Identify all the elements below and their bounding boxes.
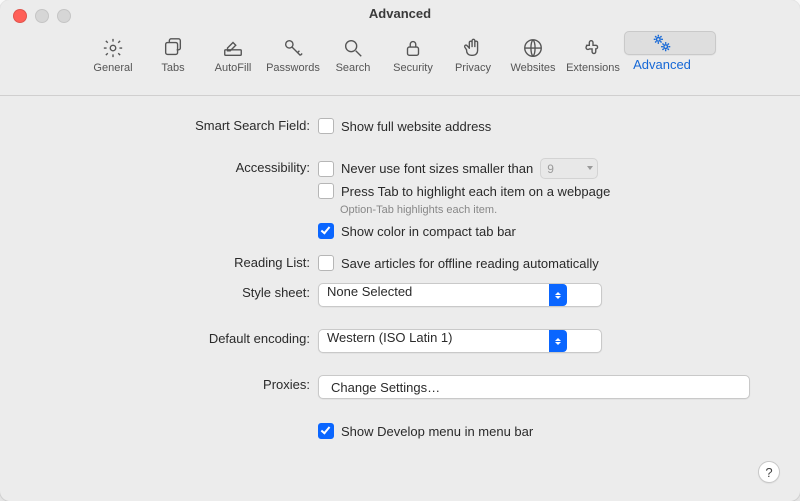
checkbox-text: Save articles for offline reading automa… bbox=[341, 256, 599, 271]
tab-label: AutoFill bbox=[215, 62, 252, 74]
lock-icon bbox=[402, 37, 424, 59]
chevron-updown-icon bbox=[549, 284, 567, 306]
preferences-window: Advanced General Tabs AutoFill Passwords… bbox=[0, 0, 800, 501]
tab-search[interactable]: Search bbox=[324, 31, 382, 91]
tab-label: Privacy bbox=[455, 62, 491, 74]
titlebar: Advanced bbox=[0, 0, 800, 29]
tab-privacy[interactable]: Privacy bbox=[444, 31, 502, 91]
tab-highlight-checkbox[interactable]: Press Tab to highlight each item on a we… bbox=[318, 181, 750, 201]
checkbox-icon bbox=[318, 255, 334, 271]
checkbox-icon bbox=[318, 161, 334, 177]
preferences-toolbar: General Tabs AutoFill Passwords Search S… bbox=[0, 29, 800, 96]
tab-label: Websites bbox=[510, 62, 555, 74]
checkbox-text: Show color in compact tab bar bbox=[341, 224, 516, 239]
key-icon bbox=[282, 37, 304, 59]
smart-search-label: Smart Search Field: bbox=[0, 116, 318, 133]
magnifier-icon bbox=[342, 37, 364, 59]
offline-reading-checkbox[interactable]: Save articles for offline reading automa… bbox=[318, 253, 750, 273]
checkbox-text: Press Tab to highlight each item on a we… bbox=[341, 184, 610, 199]
checkbox-icon bbox=[318, 423, 334, 439]
encoding-label: Default encoding: bbox=[0, 329, 318, 346]
change-settings-button[interactable]: Change Settings… bbox=[318, 375, 750, 399]
reading-list-label: Reading List: bbox=[0, 253, 318, 270]
tab-websites[interactable]: Websites bbox=[504, 31, 562, 91]
tab-label: Security bbox=[393, 62, 433, 74]
tab-label: Extensions bbox=[566, 62, 620, 74]
tab-autofill[interactable]: AutoFill bbox=[204, 31, 262, 91]
tab-general[interactable]: General bbox=[84, 31, 142, 91]
tabs-icon bbox=[162, 37, 184, 59]
stylesheet-label: Style sheet: bbox=[0, 283, 318, 300]
gears-icon bbox=[651, 32, 673, 54]
window-title: Advanced bbox=[0, 6, 800, 21]
min-font-size-checkbox[interactable]: Never use font sizes smaller than 9 bbox=[318, 158, 750, 179]
puzzle-icon bbox=[582, 37, 604, 59]
show-develop-menu-checkbox[interactable]: Show Develop menu in menu bar bbox=[318, 421, 750, 441]
tab-label: Search bbox=[336, 62, 371, 74]
tab-highlight-hint: Option-Tab highlights each item. bbox=[340, 204, 750, 216]
checkbox-icon bbox=[318, 183, 334, 199]
help-button[interactable]: ? bbox=[758, 461, 780, 483]
tab-tabs[interactable]: Tabs bbox=[144, 31, 202, 91]
hand-icon bbox=[462, 37, 484, 59]
tab-label: Tabs bbox=[161, 62, 184, 74]
tab-security[interactable]: Security bbox=[384, 31, 442, 91]
globe-icon bbox=[522, 37, 544, 59]
gear-icon bbox=[102, 37, 124, 59]
checkbox-text: Show Develop menu in menu bar bbox=[341, 424, 533, 439]
min-font-size-select[interactable]: 9 bbox=[540, 158, 598, 179]
checkbox-text: Never use font sizes smaller than bbox=[341, 161, 533, 176]
tab-advanced[interactable]: Advanced bbox=[624, 31, 716, 55]
tab-label: General bbox=[93, 62, 132, 74]
tab-label: Passwords bbox=[266, 62, 320, 74]
proxies-label: Proxies: bbox=[0, 375, 318, 392]
pencil-field-icon bbox=[222, 37, 244, 59]
tab-passwords[interactable]: Passwords bbox=[264, 31, 322, 91]
checkbox-icon bbox=[318, 118, 334, 134]
checkbox-text: Show full website address bbox=[341, 119, 491, 134]
tab-extensions[interactable]: Extensions bbox=[564, 31, 622, 91]
compact-tab-color-checkbox[interactable]: Show color in compact tab bar bbox=[318, 221, 750, 241]
accessibility-label: Accessibility: bbox=[0, 158, 318, 175]
chevron-updown-icon bbox=[549, 330, 567, 352]
tab-label: Advanced bbox=[633, 57, 691, 72]
show-full-address-checkbox[interactable]: Show full website address bbox=[318, 116, 750, 136]
advanced-form: Smart Search Field: Show full website ad… bbox=[0, 96, 800, 441]
checkbox-icon bbox=[318, 223, 334, 239]
